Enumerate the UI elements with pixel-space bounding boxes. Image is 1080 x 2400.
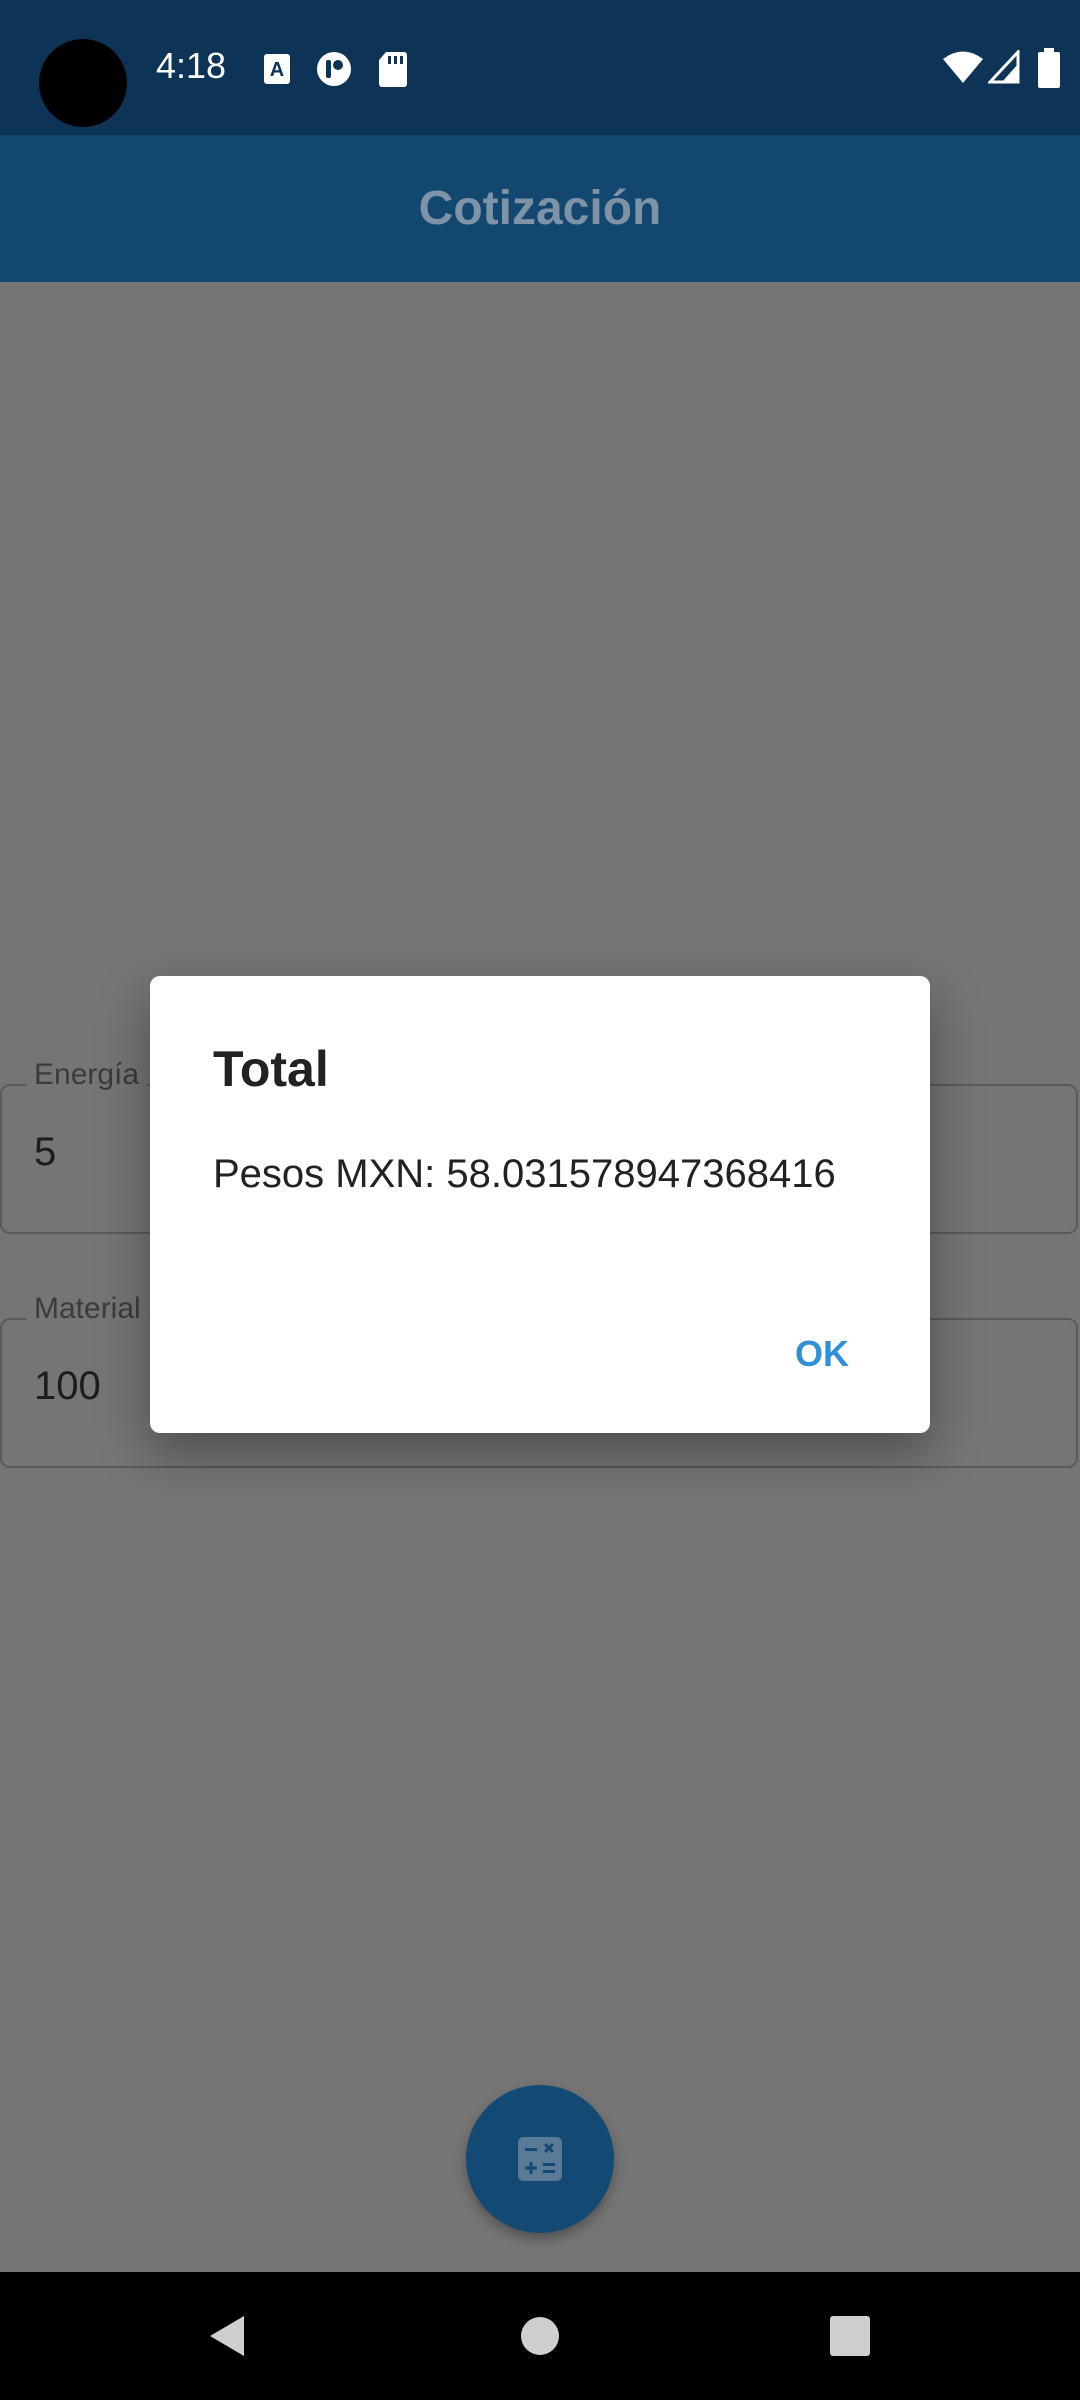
signal-icon <box>988 50 1020 84</box>
dialog-title: Total <box>213 1041 329 1097</box>
home-icon[interactable] <box>476 2272 604 2400</box>
recents-icon[interactable] <box>786 2272 914 2400</box>
a-accessibility-icon: A <box>264 54 290 84</box>
dialog-message: Pesos MXN: 58.031578947368416 <box>213 1152 836 1196</box>
back-icon[interactable] <box>160 2272 288 2400</box>
ok-button[interactable]: OK <box>762 1318 882 1390</box>
calculator-icon <box>518 2137 562 2181</box>
app-title: Cotización <box>418 182 662 235</box>
total-dialog: Total Pesos MXN: 58.031578947368416 OK <box>150 976 930 1433</box>
material-label: Material <box>26 1292 149 1326</box>
energia-value: 5 <box>34 1130 57 1174</box>
camera-cutout <box>39 39 127 127</box>
wifi-icon <box>943 51 983 83</box>
fit-tracker-icon <box>317 52 351 86</box>
energia-label: Energía <box>26 1058 148 1092</box>
navigation-bar <box>0 2272 1080 2400</box>
svg-text:A: A <box>270 59 284 81</box>
status-time: 4:18 <box>156 45 227 86</box>
app-bar: Cotización <box>0 135 1080 282</box>
status-bar: 4:18 A <box>0 0 1080 135</box>
sd-card-icon <box>379 52 407 87</box>
calculate-fab-button[interactable] <box>466 2085 614 2233</box>
battery-icon <box>1038 48 1060 88</box>
material-value: 100 <box>34 1364 101 1408</box>
